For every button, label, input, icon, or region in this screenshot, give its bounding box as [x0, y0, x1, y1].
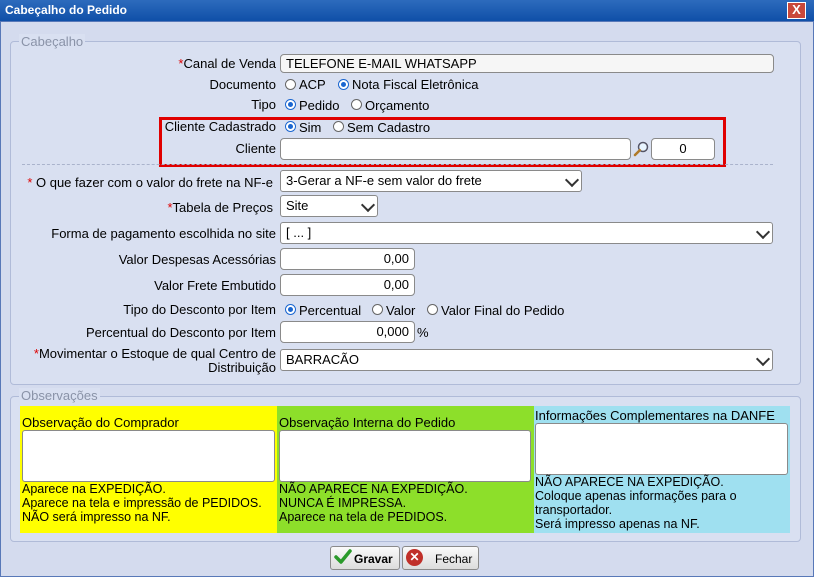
desconto-valor-radio[interactable] [372, 304, 383, 315]
canal-field[interactable]: TELEFONE E-MAIL WHATSAPP [280, 54, 774, 73]
obs-comprador-textarea[interactable] [22, 430, 275, 482]
save-button-label: Gravar [354, 552, 393, 566]
cabecalho-legend: Cabeçalho [19, 34, 86, 49]
save-button[interactable]: Gravar [330, 546, 400, 570]
despesas-input[interactable]: 0,00 [280, 248, 415, 270]
obs-danfe-title: Informações Complementares na DANFE [535, 408, 775, 423]
obs-danfe-textarea[interactable] [535, 423, 788, 475]
tipo-orcamento-radio[interactable] [351, 99, 362, 110]
canal-label: *Canal de Venda [178, 56, 276, 71]
frete-embutido-input[interactable]: 0,00 [280, 274, 415, 296]
close-window-button[interactable]: X [787, 2, 806, 19]
documento-acp-radio[interactable] [285, 79, 296, 90]
obs-comprador-title: Observação do Comprador [22, 415, 179, 430]
desconto-valor-final-label: Valor Final do Pedido [441, 303, 565, 318]
documento-label: Documento [209, 77, 276, 92]
chevron-down-icon [755, 224, 771, 240]
close-icon: ✕ [406, 549, 423, 566]
tipo-pedido-radio[interactable] [285, 99, 296, 110]
obs-comprador-notes: Aparece na EXPEDIÇÃO. Aparece na tela e i… [22, 482, 262, 524]
check-icon [334, 549, 352, 564]
title-bar: Cabeçalho do Pedido X [0, 0, 814, 21]
frete-select[interactable]: 3-Gerar a NF-e sem valor do frete [280, 170, 582, 192]
tipo-desconto-label: Tipo do Desconto por Item [123, 302, 276, 317]
documento-nfe-label: Nota Fiscal Eletrônica [352, 77, 479, 92]
desconto-valor-label: Valor [386, 303, 416, 318]
obs-interna-title: Observação Interna do Pedido [279, 415, 456, 430]
cliente-label: Cliente [235, 141, 276, 156]
cliente-code-input[interactable]: 0 [651, 138, 715, 160]
documento-acp-label: ACP [299, 77, 326, 92]
percentual-input[interactable]: 0,000 [280, 321, 415, 343]
estoque-label: *Movimentar o Estoque de qual Centro de D… [33, 346, 276, 375]
window-title: Cabeçalho do Pedido [5, 3, 128, 17]
chevron-down-icon [360, 197, 376, 213]
frete-embutido-label: Valor Frete Embutido [154, 278, 276, 293]
cliente-sem-cadastro-radio[interactable] [333, 121, 344, 132]
close-button-label: Fechar [435, 552, 473, 566]
cliente-input[interactable] [280, 138, 631, 160]
estoque-select[interactable]: BARRACÃO [280, 349, 773, 371]
cliente-sem-cadastro-label: Sem Cadastro [347, 120, 431, 135]
obs-danfe-notes: NÃO APARECE NA EXPEDIÇÃO. Coloque apenas … [535, 475, 737, 531]
tipo-orcamento-label: Orçamento [365, 98, 430, 113]
separator [22, 164, 773, 165]
pagamento-label: Forma de pagamento escolhida no site [51, 226, 276, 241]
obs-interna-notes: NÃO APARECE NA EXPEDIÇÃO. NUNCA É IMPRESS… [279, 482, 468, 524]
cliente-sim-label: Sim [299, 120, 322, 135]
desconto-valor-final-radio[interactable] [427, 304, 438, 315]
tipo-pedido-label: Pedido [299, 98, 340, 113]
observacoes-legend: Observações [19, 388, 100, 403]
cliente-sim-radio[interactable] [285, 121, 296, 132]
percentual-unit: % [417, 325, 429, 340]
chevron-down-icon [564, 172, 580, 188]
desconto-percentual-radio[interactable] [285, 304, 296, 315]
obs-interna-textarea[interactable] [279, 430, 531, 482]
despesas-label: Valor Despesas Acessórias [118, 252, 276, 267]
cliente-cadastrado-label: Cliente Cadastrado [164, 119, 276, 134]
desconto-percentual-label: Percentual [299, 303, 362, 318]
documento-nfe-radio[interactable] [338, 79, 349, 90]
pagamento-select[interactable]: [ ... ] [280, 222, 773, 244]
search-icon[interactable] [633, 141, 649, 157]
frete-label: * O que fazer com o valor do frete na NF… [27, 175, 273, 190]
tipo-label: Tipo [251, 97, 276, 112]
chevron-down-icon [755, 351, 771, 367]
percentual-label: Percentual do Desconto por Item [85, 325, 276, 340]
tabela-select[interactable]: Site [280, 195, 378, 217]
tabela-label: *Tabela de Preços [167, 200, 273, 215]
close-button[interactable]: ✕ Fechar [402, 546, 479, 570]
